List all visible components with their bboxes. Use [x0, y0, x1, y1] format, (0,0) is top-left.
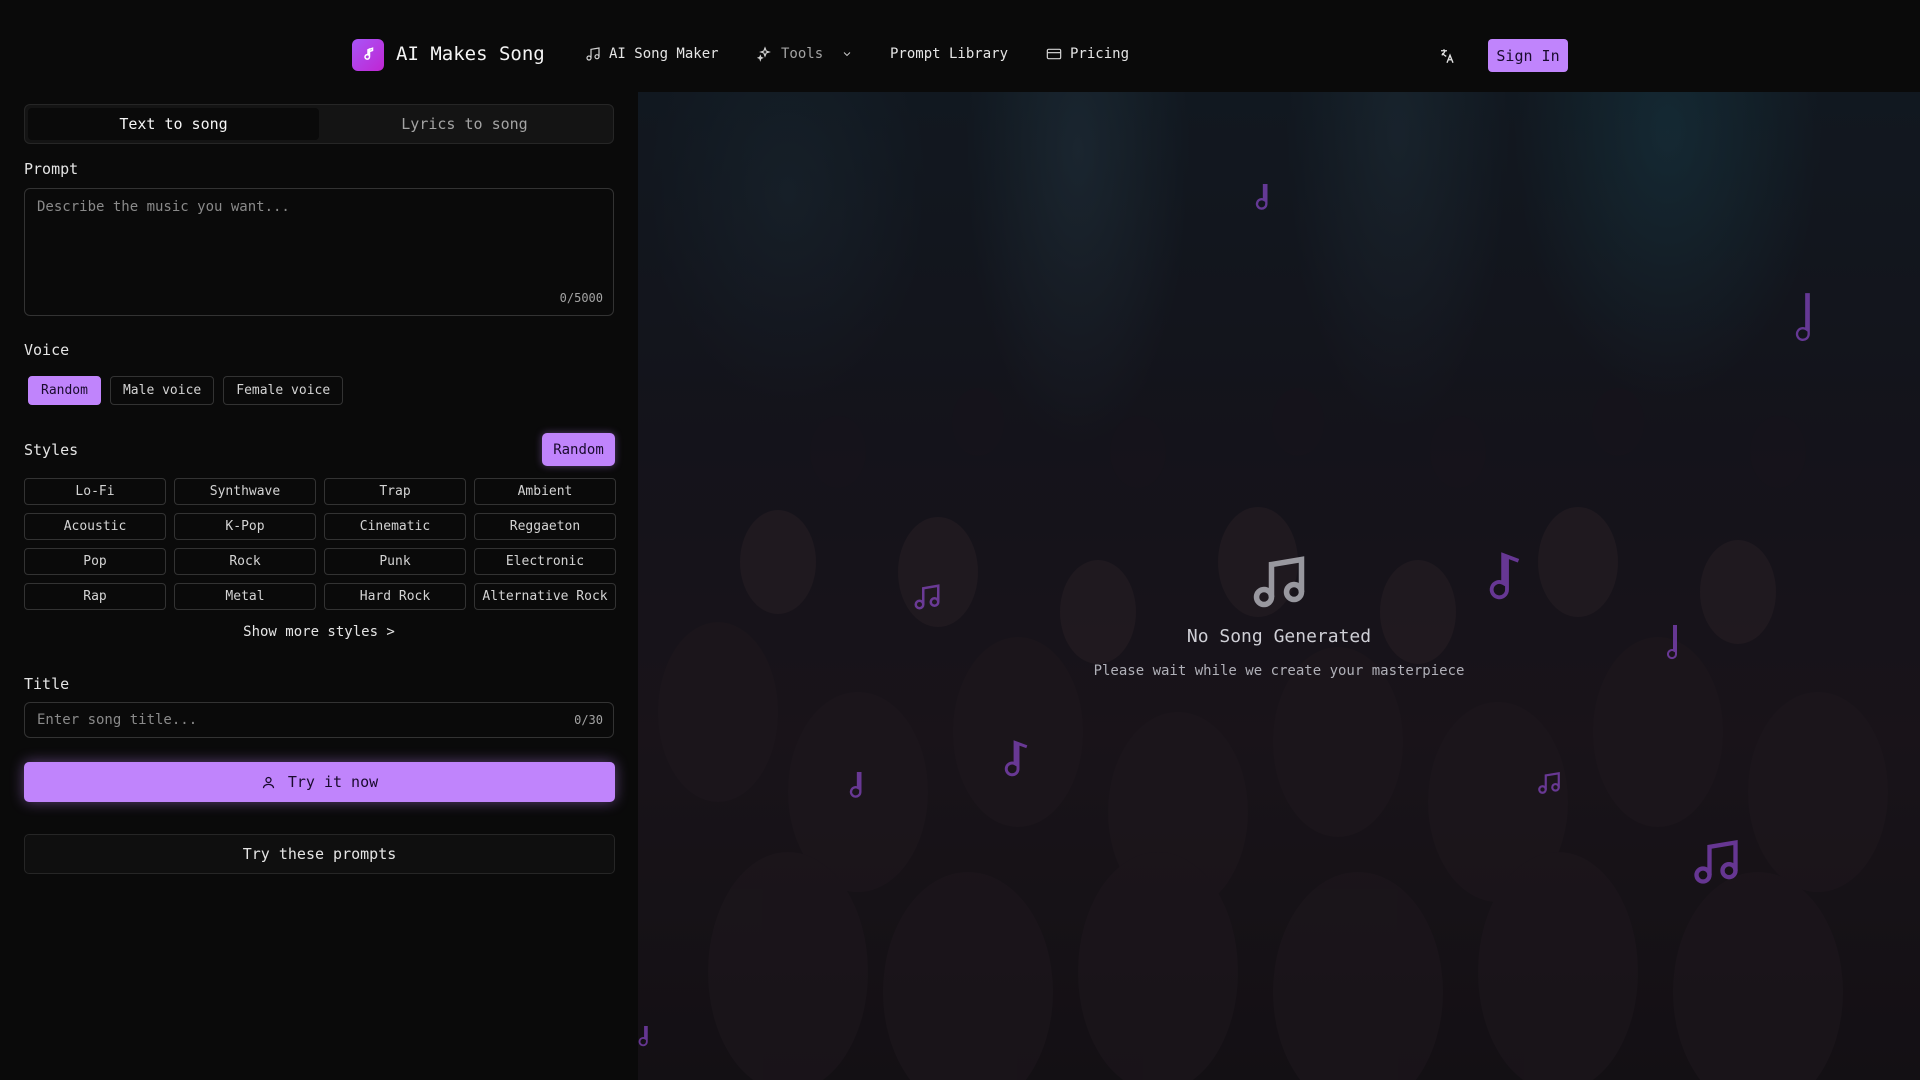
title-counter: 0/30 [574, 713, 603, 727]
style-chip[interactable]: Cinematic [324, 513, 466, 540]
styles-grid: Lo-Fi Synthwave Trap Ambient Acoustic K-… [24, 478, 616, 610]
style-chip[interactable]: Electronic [474, 548, 616, 575]
style-chip[interactable]: Ambient [474, 478, 616, 505]
music-note-icon [364, 47, 374, 60]
nav-tools[interactable]: Tools [757, 46, 853, 62]
nav-pricing[interactable]: Pricing [1046, 46, 1129, 62]
empty-state-title: No Song Generated [1186, 626, 1372, 647]
style-chip[interactable]: Lo-Fi [24, 478, 166, 505]
chevron-down-icon [843, 52, 851, 57]
music-note-icon [1536, 770, 1562, 800]
style-chip[interactable]: Rock [174, 548, 316, 575]
styles-label: Styles [24, 441, 79, 459]
logo[interactable] [352, 39, 384, 71]
title-label: Title [24, 675, 70, 693]
music-note-icon [586, 47, 600, 61]
prompt-counter: 0/5000 [559, 291, 603, 305]
voice-options: Random Male voice Female voice [28, 376, 344, 405]
nav-label: Pricing [1070, 46, 1130, 62]
preview-area: No Song Generated Please wait while we c… [638, 92, 1920, 1080]
music-note-icon [1000, 738, 1036, 786]
prompt-label: Prompt [24, 160, 79, 178]
style-chip[interactable]: K-Pop [174, 513, 316, 540]
style-chip[interactable]: Pop [24, 548, 166, 575]
music-note-icon [1790, 292, 1818, 352]
style-chip[interactable]: Hard Rock [324, 583, 466, 610]
brand-name[interactable]: AI Makes Song [396, 43, 545, 65]
nav-label: Prompt Library [890, 46, 1009, 62]
nav-ai-song-maker[interactable]: AI Song Maker [585, 46, 719, 62]
style-chip[interactable]: Punk [324, 548, 466, 575]
style-chip[interactable]: Alternative Rock [474, 583, 616, 610]
language-switcher[interactable] [1438, 47, 1456, 65]
music-note-icon [1249, 552, 1309, 612]
styles-random-button[interactable]: Random [542, 433, 615, 466]
voice-random-button[interactable]: Random [28, 376, 101, 405]
generator-panel: Text to song Lyrics to song Prompt 0/500… [0, 92, 638, 1080]
title-input[interactable] [25, 703, 613, 737]
empty-state: No Song Generated Please wait while we c… [638, 552, 1920, 679]
empty-state-subtitle: Please wait while we create your masterp… [1093, 663, 1465, 679]
music-note-icon [1250, 180, 1278, 220]
try-these-prompts-button[interactable]: Try these prompts [24, 834, 615, 874]
user-icon [262, 776, 274, 788]
style-chip[interactable]: Reggaeton [474, 513, 616, 540]
sign-in-button[interactable]: Sign In [1488, 39, 1568, 72]
music-note-icon [638, 1022, 656, 1056]
nav-label: AI Song Maker [609, 46, 719, 62]
voice-label: Voice [24, 341, 70, 359]
credit-card-icon [1046, 48, 1062, 60]
music-note-icon [844, 768, 872, 808]
translate-icon [1441, 49, 1454, 64]
style-chip[interactable]: Trap [324, 478, 466, 505]
tab-text-to-song[interactable]: Text to song [28, 108, 319, 140]
header: AI Makes Song AI Song Maker Tools Prompt… [0, 0, 1920, 92]
title-box: 0/30 [24, 702, 614, 738]
sparkles-icon [757, 46, 771, 62]
music-note-icon [1690, 836, 1742, 892]
style-chip[interactable]: Synthwave [174, 478, 316, 505]
show-more-styles-link[interactable]: Show more styles > [0, 624, 638, 640]
style-chip[interactable]: Acoustic [24, 513, 166, 540]
nav-label: Tools [781, 46, 824, 62]
nav-prompt-library[interactable]: Prompt Library [890, 46, 1008, 62]
mode-tabs: Text to song Lyrics to song [24, 104, 614, 144]
prompt-box: 0/5000 [24, 188, 614, 316]
voice-female-button[interactable]: Female voice [223, 376, 344, 405]
tab-lyrics-to-song[interactable]: Lyrics to song [319, 108, 610, 140]
prompt-input[interactable] [25, 189, 613, 315]
style-chip[interactable]: Metal [174, 583, 316, 610]
voice-male-button[interactable]: Male voice [109, 376, 215, 405]
button-label: Try it now [287, 773, 379, 791]
try-it-now-button[interactable]: Try it now [24, 762, 615, 802]
style-chip[interactable]: Rap [24, 583, 166, 610]
